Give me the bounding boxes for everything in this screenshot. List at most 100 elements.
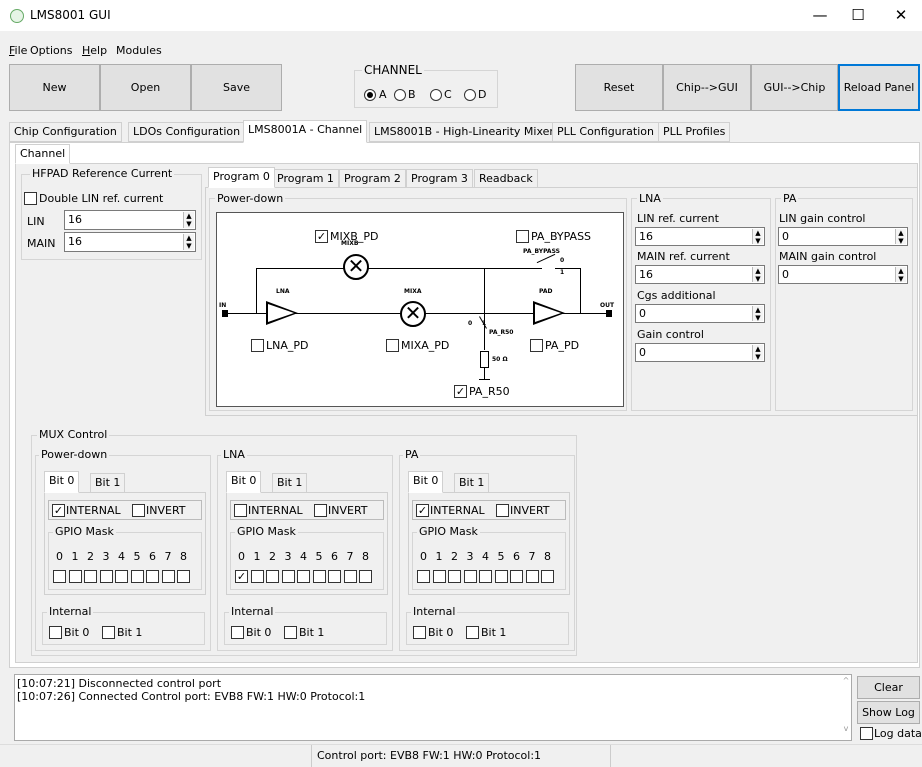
- tab-program-3[interactable]: Program 3: [406, 169, 473, 188]
- tab-program-0[interactable]: Program 0: [208, 167, 275, 188]
- gpio-bit-checkbox[interactable]: [115, 570, 128, 583]
- tab-ldos-configuration[interactable]: LDOs Configuration: [128, 122, 246, 142]
- maximize-button[interactable]: ☐: [843, 6, 873, 26]
- gpio-bit-checkbox[interactable]: [312, 570, 326, 583]
- menu-options[interactable]: Options: [30, 44, 72, 57]
- menu-modules[interactable]: Modules: [116, 44, 162, 57]
- double-lin-checkbox[interactable]: [24, 192, 37, 205]
- internal-checkbox[interactable]: ✓: [416, 504, 429, 517]
- pa-bypass-checkbox[interactable]: [516, 230, 529, 243]
- menu-help[interactable]: Help: [82, 44, 107, 57]
- internal-bit1-checkbox[interactable]: [102, 626, 115, 639]
- gpio-bit-checkbox[interactable]: [68, 570, 82, 583]
- gpio-bit-checkbox[interactable]: [84, 570, 97, 583]
- mux-tab-bit-0[interactable]: Bit 0: [44, 471, 80, 493]
- pa-pd-checkbox[interactable]: [530, 339, 543, 352]
- log-scrollbar[interactable]: ^ v: [841, 675, 851, 740]
- log-data-checkbox[interactable]: [860, 727, 873, 740]
- minimize-button[interactable]: —: [805, 6, 835, 26]
- gpio-bit-checkbox[interactable]: [463, 570, 477, 583]
- reset-button[interactable]: Reset: [575, 64, 663, 111]
- open-button[interactable]: Open: [100, 64, 191, 111]
- new-button[interactable]: New: [9, 64, 100, 111]
- gpio-bit-checkbox[interactable]: [53, 570, 66, 583]
- tab-lms8001a-channel[interactable]: LMS8001A - Channel: [243, 120, 368, 143]
- mux-tab-bit-1[interactable]: Bit 1: [90, 473, 126, 493]
- gpio-bit-checkbox[interactable]: [479, 570, 492, 583]
- gpio-bit-checkbox[interactable]: [250, 570, 264, 583]
- mixa-pd-checkbox[interactable]: [386, 339, 399, 352]
- lna-pd-checkbox[interactable]: [251, 339, 264, 352]
- internal-bit0-checkbox[interactable]: [231, 626, 244, 639]
- main-spinbox[interactable]: 16 ▲ ▼: [64, 232, 196, 252]
- tab-lms8001b[interactable]: LMS8001B - High-Linearity Mixer: [369, 122, 559, 142]
- gpio-bit-checkbox[interactable]: [328, 570, 341, 583]
- gpio-bit-checkbox[interactable]: [130, 570, 144, 583]
- spin-arrows-icon[interactable]: ▲ ▼: [895, 229, 906, 245]
- pa-main-gain-spinbox[interactable]: 0 ▲ ▼: [778, 265, 908, 284]
- invert-checkbox[interactable]: [496, 504, 509, 517]
- gpio-bit-checkbox[interactable]: [432, 570, 446, 583]
- pa-r50-checkbox[interactable]: ✓: [454, 385, 467, 398]
- spin-arrows-icon[interactable]: ▲ ▼: [752, 345, 763, 361]
- internal-checkbox[interactable]: ✓: [52, 504, 65, 517]
- internal-checkbox[interactable]: [234, 504, 247, 517]
- gpio-bit-checkbox[interactable]: [343, 570, 357, 583]
- gpio-bit-checkbox[interactable]: [297, 570, 310, 583]
- menu-file[interactable]: File: [9, 44, 27, 57]
- channel-a-radio[interactable]: [364, 89, 376, 101]
- gpio-bit-checkbox[interactable]: [281, 570, 295, 583]
- channel-d-radio[interactable]: [464, 89, 476, 101]
- lna-main-ref-spinbox[interactable]: 16 ▲ ▼: [635, 265, 765, 284]
- mux-tab-bit-0[interactable]: Bit 0: [408, 471, 444, 493]
- tab-readback[interactable]: Readback: [474, 169, 538, 188]
- channel-c-radio[interactable]: [430, 89, 442, 101]
- close-button[interactable]: ✕: [886, 6, 916, 26]
- spin-arrows-icon[interactable]: ▲ ▼: [895, 267, 906, 283]
- internal-bit1-checkbox[interactable]: [466, 626, 479, 639]
- channel-b-radio[interactable]: [394, 89, 406, 101]
- gpio-bit-checkbox[interactable]: [417, 570, 430, 583]
- gpio-bit-checkbox[interactable]: [161, 570, 175, 583]
- lin-spinbox[interactable]: 16 ▲ ▼: [64, 210, 196, 230]
- invert-checkbox[interactable]: [314, 504, 327, 517]
- subtab-channel[interactable]: Channel: [15, 144, 71, 164]
- gpio-bit-checkbox[interactable]: [525, 570, 539, 583]
- gpio-bit-checkbox[interactable]: [448, 570, 461, 583]
- gpio-bit-checkbox[interactable]: [266, 570, 279, 583]
- internal-bit1-checkbox[interactable]: [284, 626, 297, 639]
- tab-program-2[interactable]: Program 2: [339, 169, 406, 188]
- spin-arrows-icon[interactable]: ▲ ▼: [183, 212, 194, 228]
- gpio-bit-checkbox[interactable]: ✓: [235, 570, 248, 583]
- internal-bit0-checkbox[interactable]: [413, 626, 426, 639]
- spin-arrows-icon[interactable]: ▲ ▼: [752, 306, 763, 322]
- gui-to-chip-button[interactable]: GUI-->Chip: [751, 64, 838, 111]
- reload-panel-button[interactable]: Reload Panel: [838, 64, 920, 111]
- mux-tab-bit-1[interactable]: Bit 1: [272, 473, 308, 493]
- gpio-bit-checkbox[interactable]: [359, 570, 372, 583]
- gpio-bit-checkbox[interactable]: [99, 570, 113, 583]
- save-button[interactable]: Save: [191, 64, 282, 111]
- mux-tab-bit-1[interactable]: Bit 1: [454, 473, 490, 493]
- lna-gain-spinbox[interactable]: 0 ▲ ▼: [635, 343, 765, 362]
- mux-tab-bit-0[interactable]: Bit 0: [226, 471, 262, 493]
- tab-program-1[interactable]: Program 1: [272, 169, 339, 188]
- internal-bit0-checkbox[interactable]: [49, 626, 62, 639]
- spin-arrows-icon[interactable]: ▲ ▼: [752, 229, 763, 245]
- gpio-bit-checkbox[interactable]: [146, 570, 159, 583]
- tab-pll-configuration[interactable]: PLL Configuration: [552, 122, 659, 142]
- tab-pll-profiles[interactable]: PLL Profiles: [658, 122, 731, 142]
- gpio-bit-checkbox[interactable]: [494, 570, 508, 583]
- spin-arrows-icon[interactable]: ▲ ▼: [752, 267, 763, 283]
- tab-chip-configuration[interactable]: Chip Configuration: [9, 122, 122, 142]
- pa-lin-gain-spinbox[interactable]: 0 ▲ ▼: [778, 227, 908, 246]
- mixb-pd-checkbox[interactable]: ✓: [315, 230, 328, 243]
- chip-to-gui-button[interactable]: Chip-->GUI: [663, 64, 751, 111]
- gpio-bit-checkbox[interactable]: [541, 570, 554, 583]
- lna-cgs-spinbox[interactable]: 0 ▲ ▼: [635, 304, 765, 323]
- spin-arrows-icon[interactable]: ▲ ▼: [183, 234, 194, 250]
- gpio-bit-checkbox[interactable]: [510, 570, 523, 583]
- clear-button[interactable]: Clear: [857, 676, 920, 699]
- gpio-bit-checkbox[interactable]: [177, 570, 190, 583]
- lna-lin-ref-spinbox[interactable]: 16 ▲ ▼: [635, 227, 765, 246]
